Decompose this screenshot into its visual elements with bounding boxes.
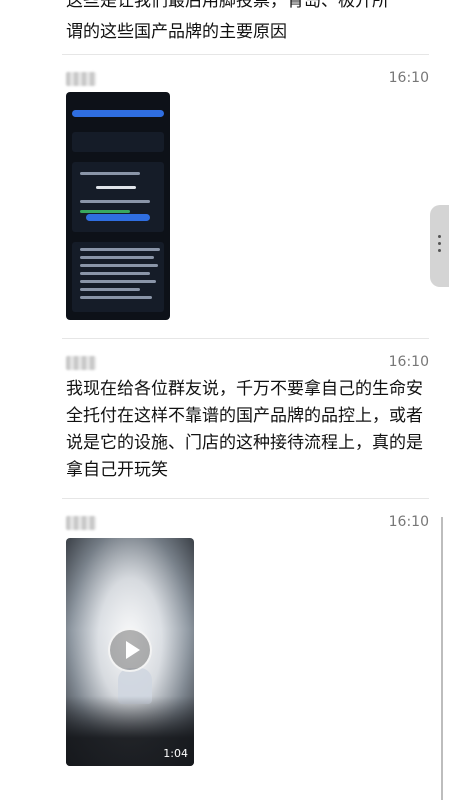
thumb-detail — [72, 132, 164, 152]
thumb-detail — [72, 162, 164, 232]
message-text: 我现在给各位群友说，千万不要拿自己的生命安全托付在这样不靠谱的国产品牌的品控上，… — [66, 379, 423, 480]
message-line: 谓的这些国产品牌的主要原因 — [66, 22, 287, 42]
screenshot-image[interactable] — [66, 92, 170, 320]
message-time: 16:10 — [388, 70, 429, 86]
sender-name-blurred — [66, 356, 96, 370]
message-text-top: 这些是让我们最后用脚投票，青岛、极开所 谓的这些国产品牌的主要原因 — [66, 0, 426, 48]
video-thumbnail[interactable]: 1:04 — [66, 538, 194, 766]
thumb-detail — [72, 110, 164, 117]
divider — [62, 338, 429, 339]
thumb-detail — [72, 242, 164, 312]
divider — [62, 54, 429, 55]
message-time: 16:10 — [388, 354, 429, 370]
play-icon[interactable] — [108, 628, 152, 672]
sender-name-blurred — [66, 72, 96, 86]
divider — [62, 498, 429, 499]
video-duration: 1:04 — [163, 747, 188, 760]
sender-name-blurred — [66, 516, 96, 530]
message-time: 16:10 — [388, 514, 429, 530]
scrollbar[interactable] — [441, 517, 443, 800]
thumb-detail — [86, 214, 150, 221]
more-vertical-icon[interactable] — [430, 205, 449, 287]
message-line: 这些是让我们最后用脚投票，青岛、极开所 — [66, 0, 389, 11]
